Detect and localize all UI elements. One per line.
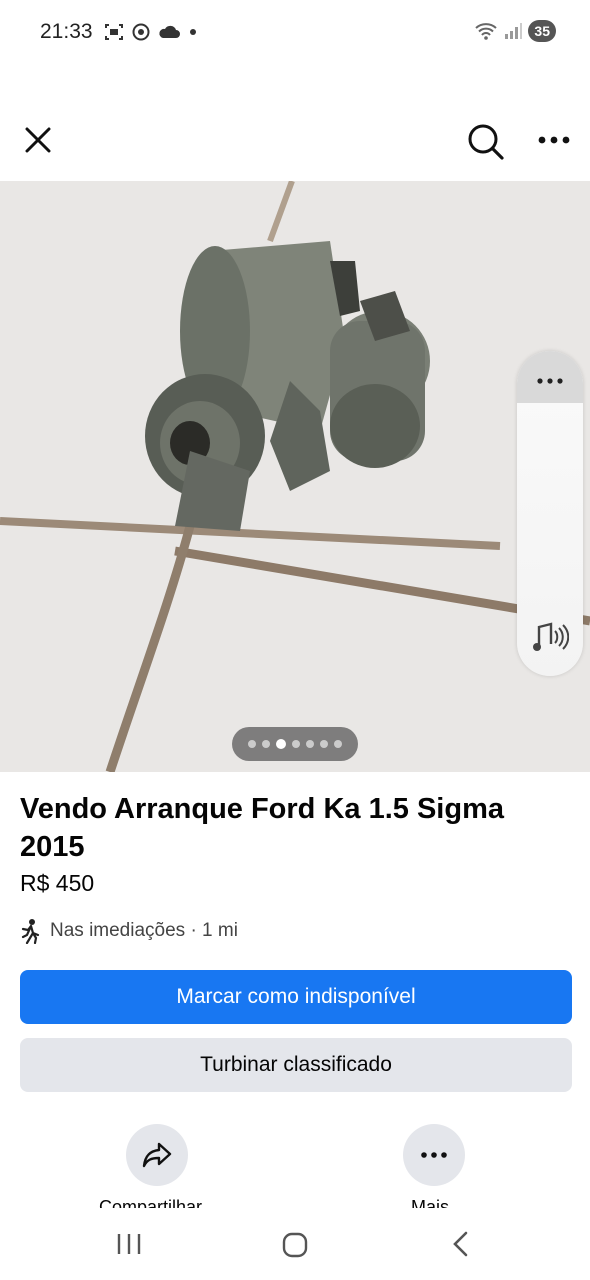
boost-listing-button[interactable]: Turbinar classificado bbox=[20, 1038, 572, 1092]
screenshot-icon bbox=[105, 24, 123, 40]
more-horizontal-icon bbox=[537, 378, 563, 384]
mark-unavailable-button[interactable]: Marcar como indisponível bbox=[20, 970, 572, 1024]
status-time: 21:33 bbox=[40, 20, 93, 43]
pager-dot[interactable] bbox=[262, 740, 270, 748]
system-nav-bar bbox=[0, 1208, 590, 1280]
more-actions-button[interactable] bbox=[403, 1124, 465, 1186]
battery-icon: 35 bbox=[528, 20, 556, 42]
status-bar: 21:33 35 bbox=[0, 0, 590, 66]
walking-person-icon bbox=[21, 919, 40, 944]
more-options-button[interactable] bbox=[534, 120, 574, 160]
pager-dot-active[interactable] bbox=[276, 739, 286, 749]
close-icon bbox=[25, 127, 51, 153]
wifi-icon bbox=[475, 23, 498, 40]
home-button[interactable] bbox=[281, 1231, 309, 1264]
pager-dot[interactable] bbox=[306, 740, 314, 748]
back-button[interactable] bbox=[450, 1230, 470, 1263]
cloud-icon bbox=[159, 25, 180, 38]
more-label: Mais bbox=[411, 1197, 450, 1208]
music-sound-icon bbox=[533, 622, 570, 651]
edge-side-panel[interactable] bbox=[517, 351, 583, 676]
top-app-bar bbox=[0, 110, 590, 174]
pager-dot[interactable] bbox=[334, 740, 342, 748]
more-horizontal-icon bbox=[538, 136, 570, 144]
search-icon bbox=[468, 124, 504, 160]
recent-apps-icon bbox=[117, 1234, 141, 1254]
location-text: Nas imediações · 1 mi bbox=[50, 920, 238, 941]
image-pager[interactable] bbox=[232, 727, 358, 761]
back-icon bbox=[453, 1231, 468, 1257]
share-button[interactable] bbox=[126, 1124, 188, 1186]
listing-title: Vendo Arranque Ford Ka 1.5 Sigma 2015 bbox=[20, 793, 504, 863]
signal-icon bbox=[505, 23, 523, 39]
close-button[interactable] bbox=[18, 120, 58, 160]
share-icon bbox=[142, 1142, 172, 1168]
pager-dot[interactable] bbox=[292, 740, 300, 748]
listing-location[interactable]: Nas imediações · 1 mi bbox=[20, 918, 238, 944]
pager-dot[interactable] bbox=[248, 740, 256, 748]
listing-price: R$ 450 bbox=[20, 870, 95, 896]
home-icon bbox=[282, 1232, 308, 1258]
recent-apps-button[interactable] bbox=[116, 1232, 142, 1261]
sound-button[interactable] bbox=[531, 621, 570, 660]
starter-motor-photo bbox=[0, 181, 590, 772]
pager-dot[interactable] bbox=[320, 740, 328, 748]
dot-icon bbox=[190, 29, 196, 35]
chrome-icon bbox=[132, 23, 150, 41]
share-label: Compartilhar bbox=[99, 1197, 203, 1208]
search-button[interactable] bbox=[464, 120, 508, 164]
listing-photo[interactable] bbox=[0, 181, 590, 772]
more-horizontal-icon bbox=[421, 1152, 447, 1158]
